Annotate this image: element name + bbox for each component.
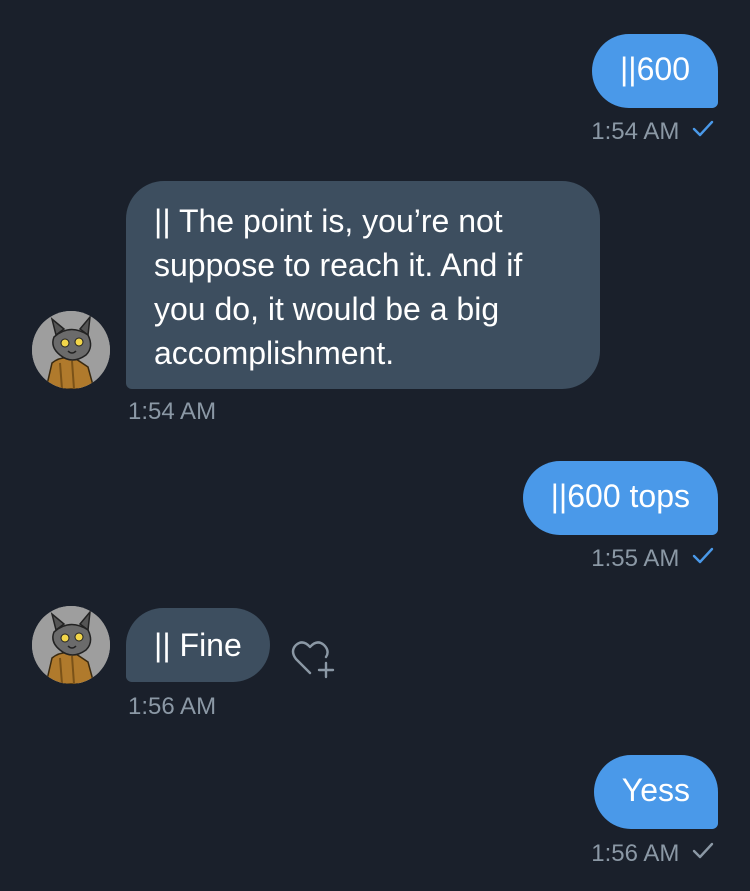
read-check-icon	[692, 544, 714, 572]
contact-avatar[interactable]	[32, 311, 110, 389]
contact-avatar[interactable]	[32, 606, 110, 684]
message-text: Yess	[621, 772, 690, 808]
message-text: ||600	[619, 51, 690, 87]
message-meta: 1:56 AM	[591, 840, 714, 869]
message-text: ||600 tops	[550, 478, 690, 514]
message-timestamp: 1:54 AM	[591, 118, 680, 145]
conversation-thread: ||600 1:54 AM || The point is, you’re no…	[0, 0, 750, 891]
read-check-icon	[692, 117, 714, 145]
sent-check-icon	[692, 839, 714, 867]
message-timestamp: 1:55 AM	[591, 545, 680, 572]
message-timestamp: 1:56 AM	[591, 840, 680, 867]
outgoing-message-bubble[interactable]: ||600	[591, 34, 718, 108]
message-timestamp: 1:54 AM	[128, 398, 217, 425]
incoming-message-bubble[interactable]: || Fine	[126, 608, 270, 682]
outgoing-message-bubble[interactable]: Yess	[593, 755, 718, 829]
message-timestamp: 1:56 AM	[128, 693, 217, 720]
incoming-message-bubble[interactable]: || The point is, you’re not suppose to r…	[126, 181, 600, 389]
message-text-line: accomplishment.	[154, 335, 395, 371]
message-meta: 1:55 AM	[591, 545, 714, 574]
outgoing-message-bubble[interactable]: ||600 tops	[522, 461, 718, 535]
message-meta: 1:54 AM	[591, 118, 714, 147]
heart-plus-icon[interactable]	[290, 637, 336, 683]
wolf-avatar-icon	[32, 606, 110, 684]
message-text-line: || The point is, you’re not	[154, 203, 503, 239]
message-text-line: suppose to reach it. And if	[154, 247, 523, 283]
wolf-avatar-icon	[32, 311, 110, 389]
message-text: || Fine	[154, 627, 242, 663]
message-text-line: you do, it would be a big	[154, 291, 500, 327]
